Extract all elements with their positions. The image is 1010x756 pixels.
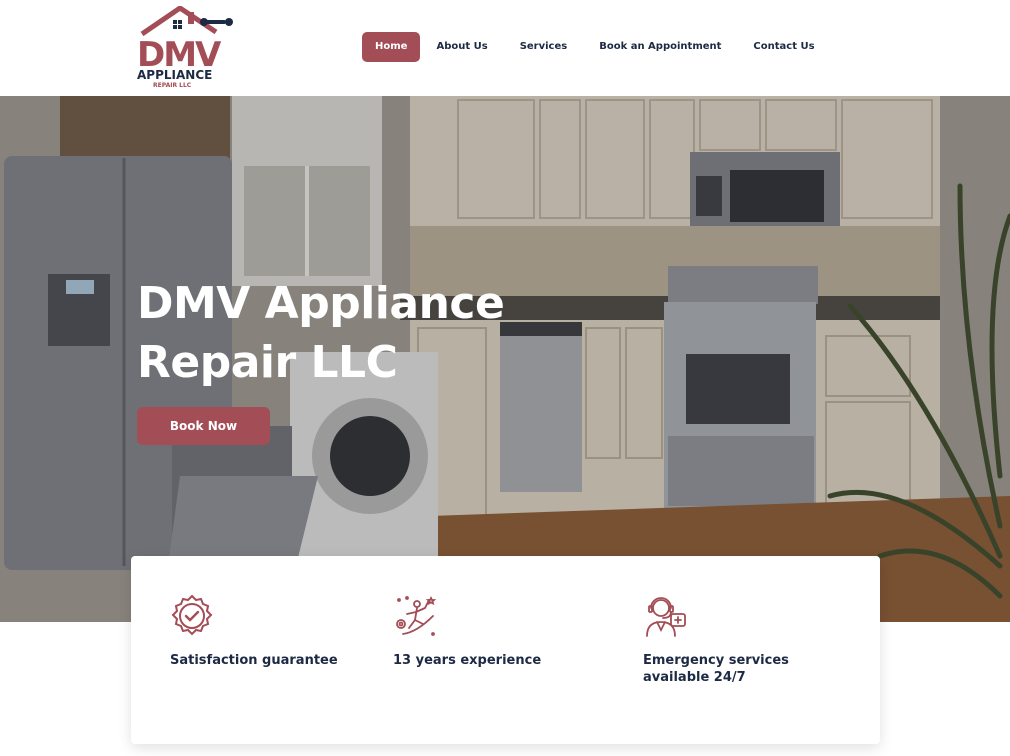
logo-graphic: DMV APPLIANCE REPAIR LLC	[137, 5, 233, 89]
nav-contact-us[interactable]: Contact Us	[737, 32, 830, 62]
feature-label: Satisfaction guarantee	[170, 653, 338, 668]
nav-book-appointment[interactable]: Book an Appointment	[583, 32, 737, 62]
feature-label: 13 years experience	[393, 653, 542, 668]
hero-title: DMV Appliance Repair LLC	[137, 278, 505, 388]
hero-section: DMV Appliance Repair LLC Book Now	[0, 96, 1010, 622]
site-header: DMV APPLIANCE REPAIR LLC Home About Us S…	[0, 0, 1010, 96]
feature-label: Emergency services available 24/7	[643, 653, 789, 685]
nav-about-us[interactable]: About Us	[420, 32, 503, 62]
main-nav: Home About Us Services Book an Appointme…	[362, 32, 831, 62]
feature-experience: 13 years experience	[393, 594, 541, 669]
feature-satisfaction: Satisfaction guarantee	[170, 594, 338, 669]
nav-services[interactable]: Services	[504, 32, 584, 62]
feature-emergency: Emergency services available 24/7	[643, 594, 789, 686]
support-agent-icon	[646, 597, 686, 637]
logo-text-repair: REPAIR LLC	[153, 82, 192, 89]
logo-text-appliance: APPLIANCE	[137, 68, 212, 82]
features-card: Satisfaction guarantee 13 years experien…	[131, 556, 880, 744]
site-logo[interactable]: DMV APPLIANCE REPAIR LLC	[134, 5, 238, 90]
rocket-growth-icon	[396, 595, 437, 636]
nav-home[interactable]: Home	[362, 32, 421, 62]
badge-check-icon	[171, 594, 213, 636]
book-now-button[interactable]: Book Now	[137, 407, 270, 445]
